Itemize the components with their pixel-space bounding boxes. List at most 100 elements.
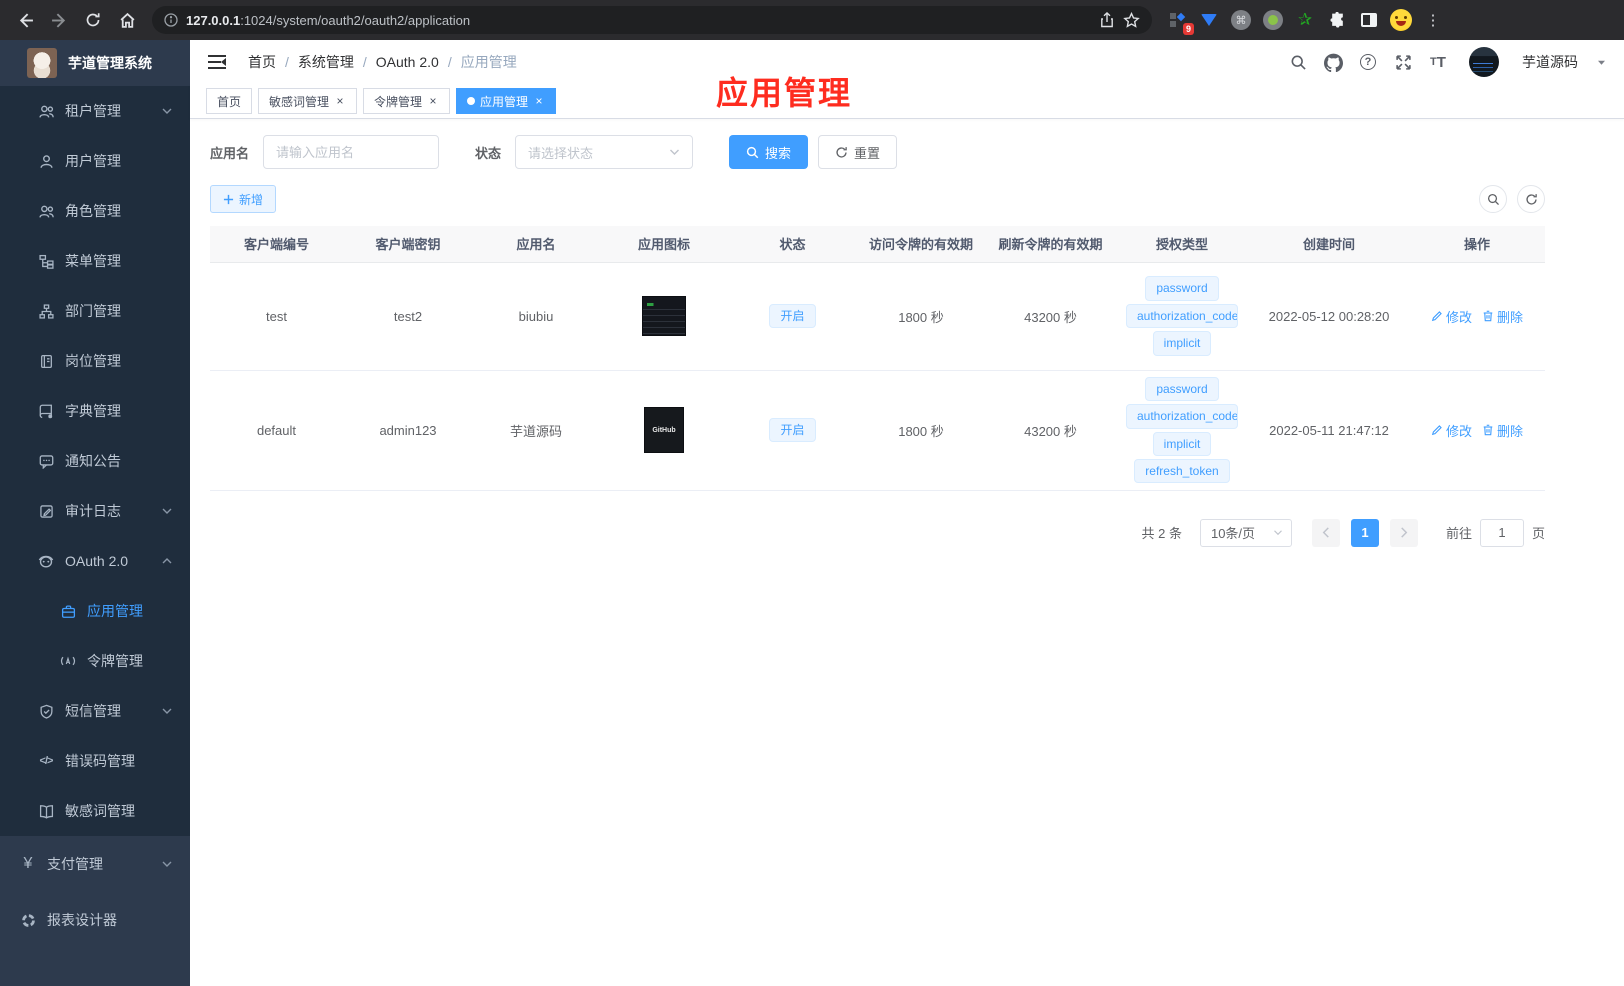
cell-app-name: biubiu	[473, 262, 599, 371]
sidebar-item-dict[interactable]: 字典管理	[0, 386, 190, 436]
table-tools	[1479, 185, 1545, 213]
search-icon	[746, 146, 759, 158]
sidebar-item-errcode[interactable]: </> 错误码管理	[0, 736, 190, 786]
pagination: 共 2 条 10条/页 1 前往 页	[210, 518, 1545, 547]
tab-token[interactable]: 令牌管理 ×	[363, 88, 451, 114]
col-refresh-token-ttl: 刷新令牌的有效期	[986, 226, 1115, 263]
app-logo[interactable]: 芋道管理系统	[0, 40, 190, 86]
close-icon[interactable]: ×	[427, 94, 439, 108]
sidebar-item-label: OAuth 2.0	[65, 553, 129, 569]
browser-toolbar: 127.0.0.1:1024/system/oauth2/oauth2/appl…	[0, 0, 1624, 40]
cell-actions: 修改 删除	[1409, 370, 1545, 491]
goto-page-input[interactable]	[1479, 518, 1524, 547]
share-icon[interactable]	[1099, 12, 1115, 28]
refresh-icon	[836, 146, 847, 158]
extension-star-icon[interactable]: ✰	[1294, 9, 1316, 31]
cell-actions: 修改 删除	[1409, 262, 1545, 371]
delete-link[interactable]: 删除	[1482, 307, 1523, 326]
sidebar-item-label: 字典管理	[65, 403, 121, 419]
close-icon[interactable]: ×	[533, 94, 545, 108]
hide-search-button[interactable]	[1479, 185, 1507, 213]
address-bar[interactable]: 127.0.0.1:1024/system/oauth2/oauth2/appl…	[152, 6, 1152, 34]
extension-gem-icon[interactable]	[1198, 9, 1220, 31]
extensions-puzzle-icon[interactable]	[1326, 9, 1348, 31]
sidebar-item-notice[interactable]: 通知公告	[0, 436, 190, 486]
help-icon[interactable]: ?	[1358, 52, 1378, 72]
sidebar-item-pay[interactable]: ¥ 支付管理	[0, 836, 190, 892]
sidebar-item-user[interactable]: 用户管理	[0, 136, 190, 186]
users-icon	[38, 104, 54, 119]
browser-menu-icon[interactable]: ⋮	[1422, 9, 1444, 31]
font-size-icon[interactable]: TT	[1428, 52, 1448, 72]
top-navbar: 首页 / 系统管理 / OAuth 2.0 / 应用管理 ? TT 芋道源码	[190, 40, 1624, 84]
reset-button[interactable]: 重置	[818, 135, 898, 169]
sidebar-item-sms[interactable]: 短信管理	[0, 686, 190, 736]
sidebar-item-oauth-token[interactable]: 令牌管理	[0, 636, 190, 686]
github-icon[interactable]	[1323, 52, 1343, 72]
sidebar-item-dept[interactable]: 部门管理	[0, 286, 190, 336]
extension-command-icon[interactable]: ⌘	[1230, 9, 1252, 31]
tab-label: 应用管理	[480, 94, 529, 109]
close-icon[interactable]: ×	[334, 94, 346, 108]
sidebar-item-report-designer[interactable]: 报表设计器	[0, 892, 190, 948]
sidebar-item-post[interactable]: 岗位管理	[0, 336, 190, 386]
tab-sensitive-word[interactable]: 敏感词管理 ×	[258, 88, 358, 114]
forward-icon[interactable]	[44, 5, 74, 35]
sidebar-item-oauth-application[interactable]: 应用管理	[0, 586, 190, 636]
cell-created: 2022-05-11 21:47:12	[1249, 370, 1409, 491]
app-icon-image[interactable]	[642, 296, 686, 336]
cell-app-name: 芋道源码	[473, 370, 599, 491]
search-button[interactable]: 搜索	[729, 135, 809, 169]
cell-grant-types: password authorization_code implicit	[1115, 262, 1249, 371]
profile-avatar-icon[interactable]	[1390, 9, 1412, 31]
edit-link[interactable]: 修改	[1431, 307, 1472, 326]
total-count: 共 2 条	[1141, 526, 1182, 541]
extension-record-icon[interactable]	[1262, 9, 1284, 31]
current-page-button[interactable]: 1	[1350, 518, 1379, 547]
next-page-button[interactable]	[1389, 518, 1418, 547]
cell-status: 开启	[729, 262, 856, 371]
fullscreen-icon[interactable]	[1393, 52, 1413, 72]
sidebar-item-label: 报表设计器	[47, 912, 117, 928]
refresh-table-button[interactable]	[1517, 185, 1545, 213]
home-icon[interactable]	[112, 5, 142, 35]
page-size-select[interactable]: 10条/页	[1199, 518, 1292, 547]
bookmark-star-icon[interactable]	[1123, 11, 1140, 29]
status-select[interactable]: 请选择状态	[515, 135, 694, 169]
tab-home[interactable]: 首页	[206, 88, 253, 114]
reload-icon[interactable]	[78, 5, 108, 35]
breadcrumb-item[interactable]: 首页	[248, 52, 276, 72]
user-name[interactable]: 芋道源码	[1522, 52, 1578, 72]
sidebar-item-label: 令牌管理	[87, 653, 143, 669]
sidebar-item-sensitive-word[interactable]: 敏感词管理	[0, 786, 190, 836]
extensions-strip: 9 ⌘ ✰ ⋮	[1166, 9, 1444, 35]
tab-application-active[interactable]: 应用管理 ×	[456, 88, 557, 114]
extension-blue-badge-icon[interactable]: 9	[1166, 9, 1194, 35]
sidebar-item-oauth[interactable]: OAuth 2.0	[0, 536, 190, 586]
side-panel-icon[interactable]	[1358, 9, 1380, 31]
add-button[interactable]: 新增	[210, 185, 277, 213]
edit-link[interactable]: 修改	[1431, 421, 1472, 440]
delete-link[interactable]: 删除	[1482, 421, 1523, 440]
collapse-sidebar-icon[interactable]	[208, 55, 226, 69]
sidebar-item-audit-log[interactable]: 审计日志	[0, 486, 190, 536]
sidebar-menu: 租户管理 用户管理 角色管理 菜单管理 部门管理 岗位管理 字典管理 通知公告 …	[0, 86, 190, 836]
user-avatar[interactable]	[1469, 47, 1499, 77]
prev-page-button[interactable]	[1311, 518, 1340, 547]
page-content: 应用名 状态 请选择状态 搜索 重置	[190, 119, 1624, 986]
breadcrumb-item[interactable]: 系统管理	[298, 52, 354, 72]
app-icon-text: GitHub	[652, 426, 676, 434]
back-icon[interactable]	[10, 5, 40, 35]
caret-down-icon[interactable]	[1597, 59, 1606, 66]
search-icon[interactable]	[1288, 52, 1308, 72]
app-name-input[interactable]	[263, 135, 440, 169]
message-icon	[38, 454, 54, 469]
code-icon: </>	[39, 755, 54, 767]
sidebar-item-tenant[interactable]: 租户管理	[0, 86, 190, 136]
sidebar-item-label: 岗位管理	[65, 353, 121, 369]
sidebar-item-role[interactable]: 角色管理	[0, 186, 190, 236]
sidebar-item-menu[interactable]: 菜单管理	[0, 236, 190, 286]
breadcrumb-item[interactable]: OAuth 2.0	[376, 54, 439, 70]
app-icon-image[interactable]: GitHub	[644, 407, 684, 453]
edit-icon	[1431, 311, 1442, 322]
